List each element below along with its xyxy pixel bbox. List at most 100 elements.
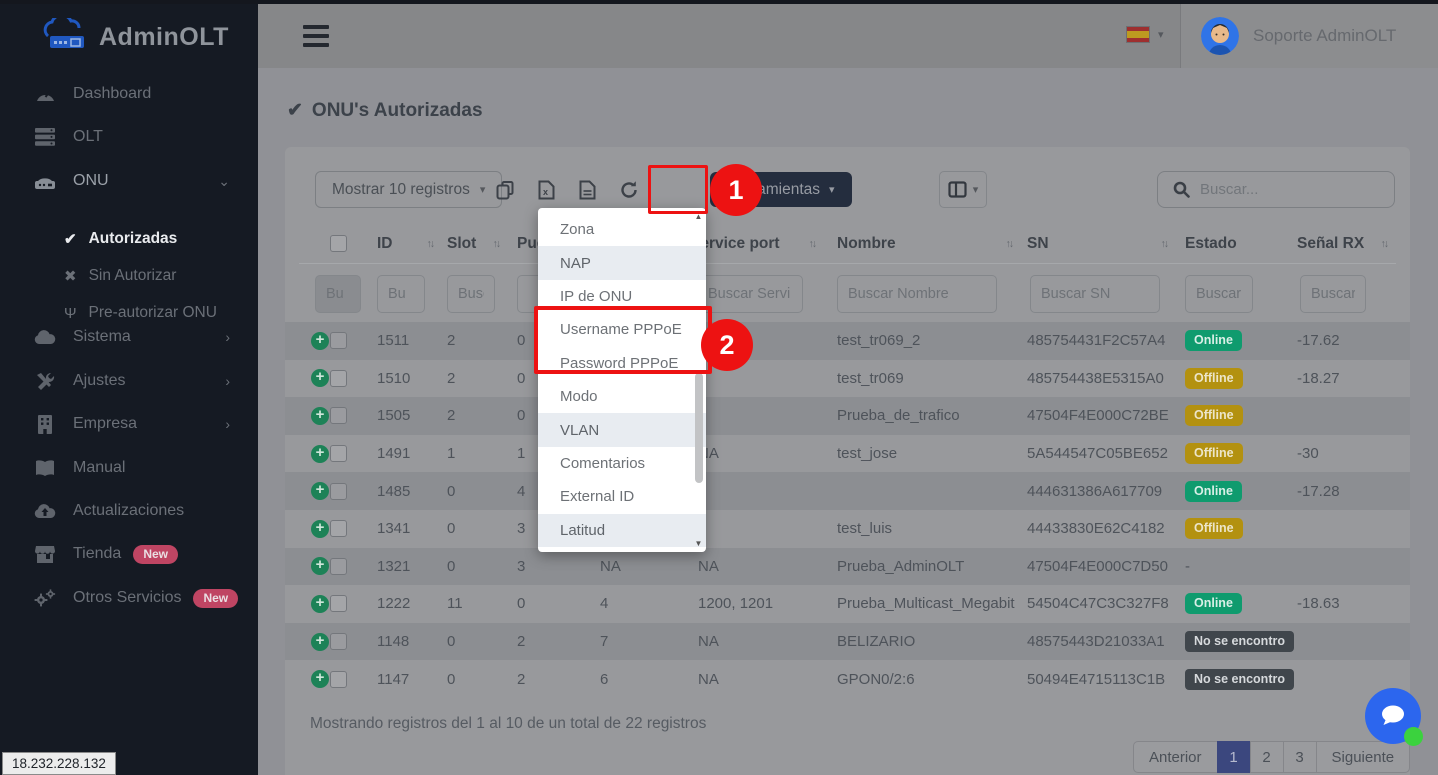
sidebar-item-empresa[interactable]: Empresa› xyxy=(0,404,258,444)
sidebar-item-tienda[interactable]: TiendaNew xyxy=(0,534,258,574)
colvis-item-external-id[interactable]: External ID xyxy=(538,480,706,513)
export-excel-button[interactable]: x xyxy=(531,175,561,205)
language-selector[interactable]: ▾ xyxy=(1126,26,1164,43)
export-file-button[interactable] xyxy=(572,175,602,205)
filter-input-service-port[interactable] xyxy=(697,275,803,313)
column-header-label[interactable]: Señal RX xyxy=(1297,235,1364,253)
pagination-prev-button[interactable]: Anterior xyxy=(1133,741,1218,773)
sort-icon[interactable]: ↑↓ xyxy=(1161,238,1168,250)
row-checkbox[interactable] xyxy=(330,671,347,688)
row-checkbox[interactable] xyxy=(330,370,347,387)
sidebar-item-label: Dashboard xyxy=(73,85,151,103)
user-name: Soporte AdminOLT xyxy=(1253,26,1396,46)
id-cell: 1341 xyxy=(377,510,410,548)
expand-row-button[interactable]: + xyxy=(311,670,329,688)
row-checkbox[interactable] xyxy=(330,520,347,537)
estado-cell: No se encontro xyxy=(1185,660,1294,698)
expand-row-button[interactable]: + xyxy=(311,520,329,538)
app-logo[interactable]: AdminOLT xyxy=(38,18,229,57)
row-checkbox[interactable] xyxy=(330,332,347,349)
colvis-item-nap[interactable]: NAP xyxy=(538,246,706,279)
column-header-sn: SN ↑↓ xyxy=(1027,225,1167,263)
sort-icon[interactable]: ↑↓ xyxy=(493,238,500,250)
status-badge: Online xyxy=(1185,593,1242,614)
expand-row-button[interactable]: + xyxy=(311,445,329,463)
column-header-label[interactable]: Nombre xyxy=(837,235,896,253)
row-checkbox[interactable] xyxy=(330,407,347,424)
filter-input-slot[interactable] xyxy=(447,275,495,313)
status-bar-url: 18.232.228.132 xyxy=(2,752,116,775)
select-all-checkbox[interactable] xyxy=(330,235,347,252)
estado-cell: Online xyxy=(1185,585,1242,623)
row-checkbox[interactable] xyxy=(330,633,347,650)
sidebar-item-autorizadas[interactable]: ✔Autorizadas xyxy=(0,221,258,257)
expand-row-button[interactable]: + xyxy=(311,407,329,425)
colvis-item-comentarios[interactable]: Comentarios xyxy=(538,447,706,480)
column-header-label[interactable]: Slot xyxy=(447,235,476,253)
row-checkbox[interactable] xyxy=(330,558,347,575)
records-info: Mostrando registros del 1 al 10 de un to… xyxy=(310,715,706,733)
sidebar-item-label: Manual xyxy=(73,459,125,477)
pagination-next-button[interactable]: Siguiente xyxy=(1316,741,1411,773)
column-header-label[interactable]: Estado xyxy=(1185,235,1237,253)
sort-icon[interactable]: ↑↓ xyxy=(1006,238,1013,250)
expand-cell: + xyxy=(311,435,329,473)
sidebar-item-sistema[interactable]: Sistema› xyxy=(0,317,258,357)
sort-icon[interactable]: ↑↓ xyxy=(1381,238,1388,250)
refresh-button[interactable] xyxy=(614,175,644,205)
pagination-page-2[interactable]: 2 xyxy=(1250,741,1284,773)
sn-cell: 54504C47C3C327F8 xyxy=(1027,585,1169,623)
expand-row-button[interactable]: + xyxy=(311,557,329,575)
nombre-cell: BELIZARIO xyxy=(837,623,915,661)
sidebar-item-ajustes[interactable]: Ajustes› xyxy=(0,361,258,401)
row-checkbox[interactable] xyxy=(330,445,347,462)
expand-row-button[interactable]: + xyxy=(311,595,329,613)
sidebar-item-label: ONU xyxy=(73,172,109,190)
expand-cell: + xyxy=(311,397,329,435)
filter-input-estado[interactable] xyxy=(1185,275,1253,313)
colvis-item-zona[interactable]: Zona xyxy=(538,213,706,246)
colvis-item-modo[interactable]: Modo xyxy=(538,380,706,413)
row-checkbox[interactable] xyxy=(330,483,347,500)
search-input[interactable] xyxy=(1200,181,1370,198)
menu-toggle-button[interactable] xyxy=(303,25,329,47)
copy-button[interactable] xyxy=(490,175,520,205)
sidebar-item-dashboard[interactable]: Dashboard xyxy=(0,74,258,114)
adminolt-logo-icon xyxy=(38,18,90,57)
annotation-step-1: 1 xyxy=(710,164,762,216)
sidebar-item-actualizaciones[interactable]: Actualizaciones xyxy=(0,491,258,531)
sidebar-item-onu[interactable]: ONU⌄ xyxy=(0,161,258,201)
scrollbar-thumb[interactable] xyxy=(695,373,703,483)
scroll-down-icon[interactable]: ▼ xyxy=(693,539,704,548)
page-length-select[interactable]: Mostrar 10 registros▾ xyxy=(315,171,502,208)
expand-row-button[interactable]: + xyxy=(311,482,329,500)
filter-input-rx[interactable] xyxy=(1300,275,1366,313)
sidebar-item-otros-servicios[interactable]: Otros ServiciosNew xyxy=(0,578,258,618)
expand-row-button[interactable]: + xyxy=(311,633,329,651)
user-menu[interactable]: Soporte AdminOLT xyxy=(1180,4,1438,68)
sidebar-item-sin-autorizar[interactable]: ✖Sin Autorizar xyxy=(0,258,258,294)
sidebar-item-olt[interactable]: OLT xyxy=(0,117,258,157)
sort-icon[interactable]: ↑↓ xyxy=(427,238,434,250)
expand-row-button[interactable]: + xyxy=(311,332,329,350)
expand-row-button[interactable]: + xyxy=(311,369,329,387)
sort-icon[interactable]: ↑↓ xyxy=(809,238,816,250)
checkbox-cell xyxy=(330,548,347,586)
app-title: AdminOLT xyxy=(99,23,229,52)
pagination-page-1[interactable]: 1 xyxy=(1217,741,1251,773)
filter-input-id[interactable] xyxy=(377,275,425,313)
sidebar-item-manual[interactable]: Manual xyxy=(0,448,258,488)
pagination-page-3[interactable]: 3 xyxy=(1283,741,1317,773)
filter-input-sn[interactable] xyxy=(1030,275,1160,313)
column-visibility-button[interactable]: ▾ xyxy=(939,171,987,208)
row-checkbox[interactable] xyxy=(330,595,347,612)
column-header-label[interactable]: SN xyxy=(1027,235,1049,253)
status-badge: Online xyxy=(1185,481,1242,502)
filter-input-select[interactable] xyxy=(315,275,361,313)
cloud-icon xyxy=(34,330,56,345)
colvis-item-latitud[interactable]: Latitud xyxy=(538,514,706,547)
filter-input-nombre[interactable] xyxy=(837,275,997,313)
colvis-item-vlan[interactable]: VLAN xyxy=(538,413,706,446)
table-row: +134103test_luis44433830E62C4182Offline xyxy=(285,510,1410,548)
column-header-label[interactable]: ID xyxy=(377,235,393,253)
